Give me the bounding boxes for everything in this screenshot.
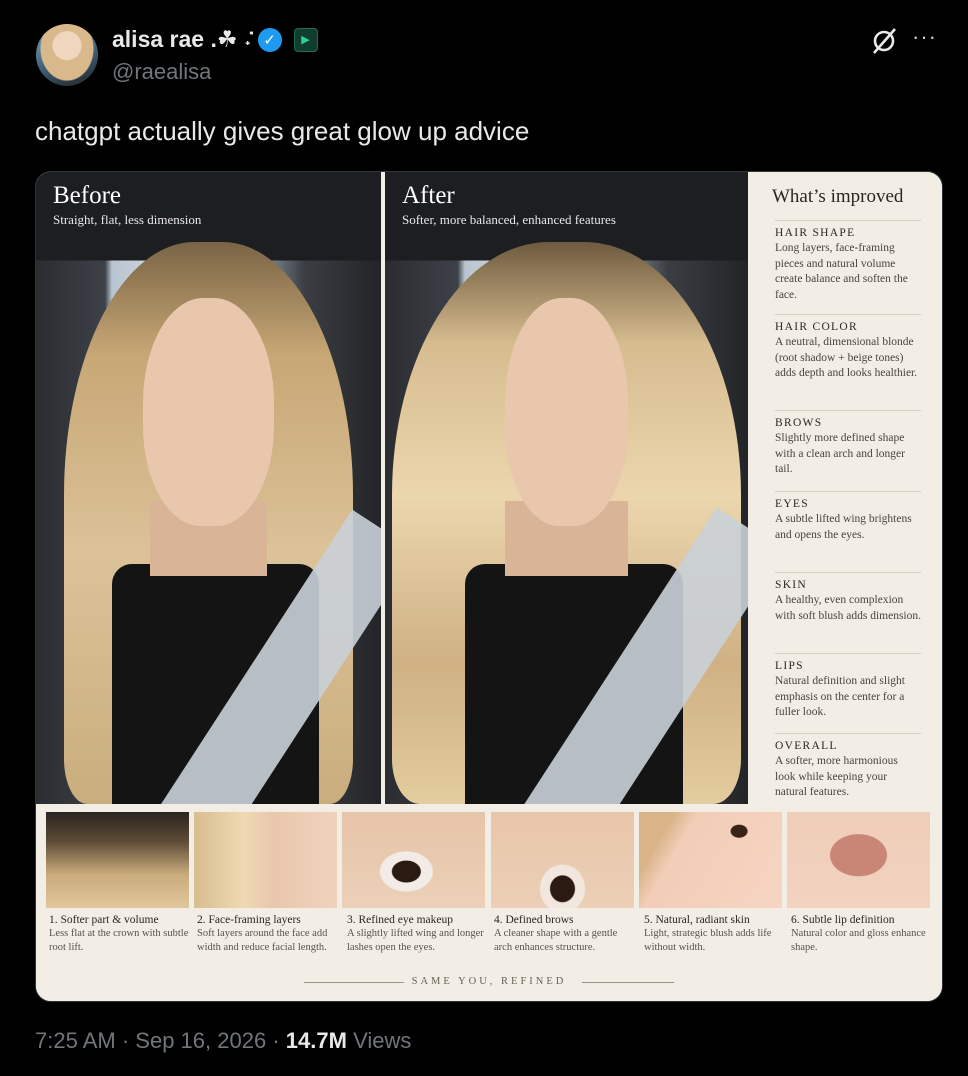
detail-thumb-eye [342,812,485,908]
avatar[interactable] [36,24,98,86]
detail-thumb-brows [491,812,634,908]
detail-caption-4: 4. Defined brows A cleaner shape with a … [494,914,618,953]
before-title: Before [53,182,122,209]
more-options-icon[interactable]: ··· [912,24,937,50]
improvement-hair-color: HAIR COLOR A neutral, dimensional blonde… [775,314,921,382]
detail-thumb-lips [787,812,930,908]
views-label: Views [353,1028,412,1053]
verified-badge-icon[interactable]: ✓ [257,27,282,52]
improvements-heading: What’s improved [772,186,904,207]
tweet-meta: 7:25 AM · Sep 16, 2026 · 14.7M Views [35,1028,412,1053]
detail-thumb-part [46,812,189,908]
before-subtitle: Straight, flat, less dimension [53,212,202,227]
tweet-time[interactable]: 7:25 AM [35,1028,116,1053]
detail-caption-3: 3. Refined eye makeup A slightly lifted … [347,914,484,953]
image-footer: SAME YOU, REFINED [411,976,567,987]
detail-thumb-layers [194,812,337,908]
display-name-text[interactable]: alisa rae .☘︎ ݁˖ [112,26,252,53]
user-handle[interactable]: @raealisa [112,59,211,85]
improvement-lips: LIPS Natural definition and slight empha… [775,653,921,721]
tweet-text: chatgpt actually gives great glow up adv… [35,116,530,146]
after-subtitle: Softer, more balanced, enhanced features [402,212,616,227]
after-photo: After Softer, more balanced, enhanced fe… [385,172,748,804]
improvement-brows: BROWS Slightly more defined shape with a… [775,410,921,478]
after-title: After [402,182,455,209]
detail-thumb-skin [639,812,782,908]
improvements-panel: What’s improved HAIR SHAPE Long layers, … [754,172,942,804]
detail-caption-5: 5. Natural, radiant skin Light, strategi… [644,914,772,953]
grok-icon[interactable] [868,25,900,57]
detail-strip: 1. Softer part & volume Less flat at the… [36,804,942,1001]
views-count[interactable]: 14.7M [286,1028,347,1053]
improvement-overall: OVERALL A softer, more harmonious look w… [775,733,921,801]
display-name[interactable]: alisa rae .☘︎ ݁˖ ✓ ▶ [112,26,318,53]
detail-caption-6: 6. Subtle lip definition Natural color a… [791,914,926,953]
tweet-date[interactable]: Sep 16, 2026 [135,1028,266,1053]
improvement-skin: SKIN A healthy, even complexion with sof… [775,572,921,624]
improvement-hair-shape: HAIR SHAPE Long layers, face-framing pie… [775,220,921,303]
improvement-eyes: EYES A subtle lifted wing brightens and … [775,491,921,543]
detail-caption-1: 1. Softer part & volume Less flat at the… [49,914,189,953]
before-photo: Before Straight, flat, less dimension [36,172,381,804]
tweet-image[interactable]: Before Straight, flat, less dimension Af… [35,171,943,1002]
detail-caption-2: 2. Face-framing layers Soft layers aroun… [197,914,328,953]
affiliate-badge-icon[interactable]: ▶ [293,27,318,52]
